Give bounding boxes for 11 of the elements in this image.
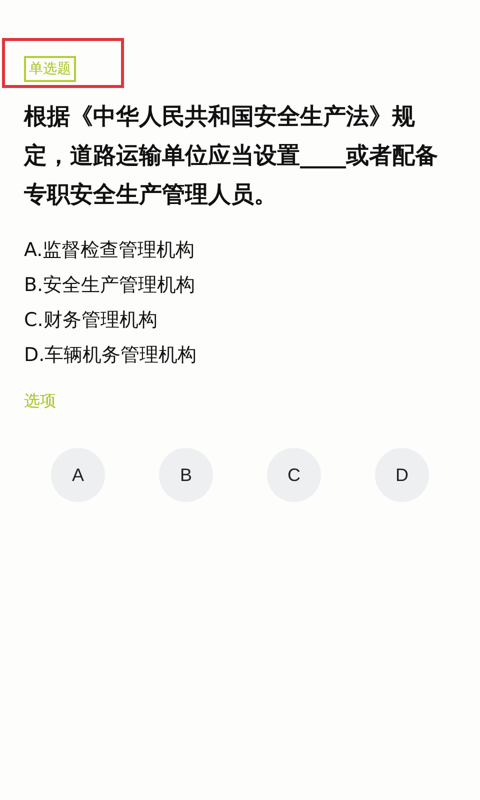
option-text: A.监督检查管理机构 xyxy=(24,238,196,263)
answer-button[interactable]: C xyxy=(267,448,321,502)
answer-button[interactable]: B xyxy=(159,448,213,502)
options-label: 选项 xyxy=(24,391,56,412)
question-text: 根据《中华人民共和国安全生产法》规定，道路运输单位应当设置____或者配备专职安全生产管理人员。 xyxy=(24,103,439,210)
answer-button[interactable]: A xyxy=(51,448,105,502)
option-text: C.财务管理机构 xyxy=(24,308,158,333)
question-type-tag: 单选题 xyxy=(24,56,76,82)
option-text: D.车辆机务管理机构 xyxy=(24,343,198,368)
option-text: B.安全生产管理机构 xyxy=(24,273,196,298)
answer-button[interactable]: D xyxy=(375,448,429,502)
